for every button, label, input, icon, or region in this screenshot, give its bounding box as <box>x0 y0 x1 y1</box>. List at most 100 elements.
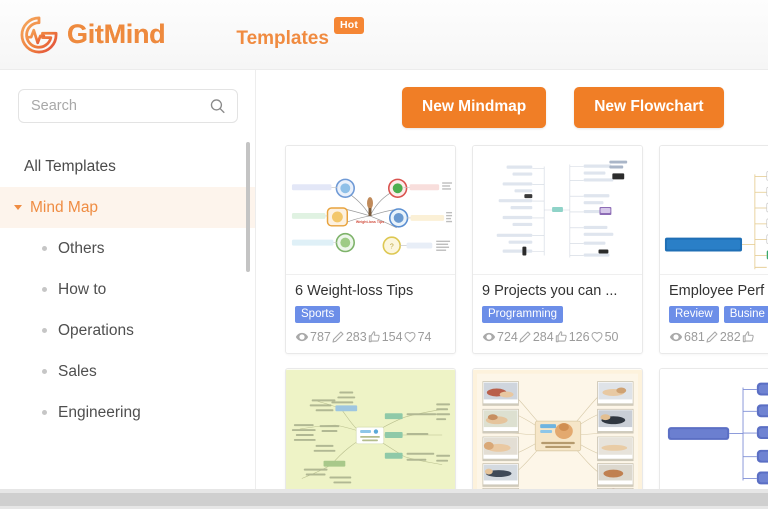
template-grid-row-1: Weight-loss Tips ? 6 Weight-loss Tips Sp… <box>257 128 768 354</box>
app-root: GitMind Templates Hot All Templates M <box>0 0 768 509</box>
card-tags: Review Busine <box>669 305 768 323</box>
stat-edits: 282 <box>705 330 741 344</box>
tag[interactable]: Busine <box>723 305 768 323</box>
stat-favorites: 50 <box>590 329 619 344</box>
action-toolbar: New Mindmap New Flowchart <box>257 70 768 128</box>
bullet-icon <box>42 369 47 374</box>
stat-value: 74 <box>417 329 432 344</box>
nav-templates[interactable]: Templates <box>236 29 329 48</box>
card-title: 6 Weight-loss Tips <box>295 283 414 299</box>
hot-badge: Hot <box>333 17 365 34</box>
card-title: 9 Projects you can ... <box>482 283 618 299</box>
pencil-icon <box>706 331 718 343</box>
brand-name: GitMind <box>67 19 166 49</box>
template-thumbnail <box>286 368 455 489</box>
stat-likes: 126 <box>554 330 590 344</box>
search-box[interactable] <box>18 89 238 123</box>
brand-logo[interactable]: GitMind <box>18 14 166 56</box>
sidebar-item-label: Engineering <box>58 403 141 421</box>
svg-text:Weight-loss Tips: Weight-loss Tips <box>356 220 384 224</box>
sidebar-item-label: Operations <box>58 321 134 339</box>
card-body: Employee Perf Review Busine 681 282 <box>660 274 768 353</box>
stat-value: 681 <box>684 329 705 344</box>
sidebar-item-all-templates[interactable]: All Templates <box>0 146 255 187</box>
sidebar-scrollbar-thumb[interactable] <box>246 142 250 272</box>
header-nav: Templates Hot <box>236 17 365 48</box>
sidebar-item-engineering[interactable]: Engineering <box>0 392 255 433</box>
template-card[interactable] <box>285 367 456 489</box>
search-icon[interactable] <box>209 98 226 115</box>
stat-value: 154 <box>381 329 403 344</box>
stat-views: 681 <box>669 330 705 344</box>
horizontal-scrollbar[interactable] <box>0 489 768 509</box>
template-thumbnail <box>660 146 768 274</box>
main-content: New Mindmap New Flowchart Weight-loss Ti… <box>257 70 768 489</box>
card-tags: Programming <box>482 305 633 323</box>
pencil-icon <box>519 331 531 343</box>
bullet-icon <box>42 246 47 251</box>
sidebar-item-label: How to <box>58 280 107 298</box>
app-header: GitMind Templates Hot <box>0 0 768 70</box>
template-thumbnail <box>473 368 642 489</box>
card-body: 9 Projects you can ... Programming 724 2… <box>473 274 642 353</box>
horizontal-scrollbar-thumb[interactable] <box>0 493 768 506</box>
stat-value: 126 <box>568 329 590 344</box>
template-card[interactable] <box>472 367 643 489</box>
eye-icon <box>295 332 309 341</box>
card-stats: 681 282 <box>669 330 768 344</box>
caret-down-icon[interactable] <box>14 205 22 210</box>
bullet-icon <box>42 287 47 292</box>
bullet-icon <box>42 328 47 333</box>
sidebar-item-sales[interactable]: Sales <box>0 351 255 392</box>
template-card[interactable]: 9 Projects you can ... Programming 724 2… <box>472 145 643 354</box>
stat-edits: 284 <box>518 330 554 344</box>
stat-value: 284 <box>532 329 554 344</box>
thumbs-up-icon <box>368 330 380 342</box>
card-body: 6 Weight-loss Tips Sports 787 283 154 74 <box>286 274 455 353</box>
stat-value: 283 <box>345 329 367 344</box>
sidebar-item-label: Mind Map <box>30 198 99 216</box>
template-card[interactable] <box>659 367 768 489</box>
sidebar-item-label: Sales <box>58 362 97 380</box>
stat-views: 724 <box>482 330 518 344</box>
stat-value: 787 <box>310 329 331 344</box>
heart-icon <box>404 331 416 342</box>
sidebar-item-how-to[interactable]: How to <box>0 269 255 310</box>
svg-text:?: ? <box>390 244 394 251</box>
card-stats: 724 284 126 50 <box>482 330 633 344</box>
stat-views: 787 <box>295 330 331 344</box>
card-tags: Sports <box>295 305 446 323</box>
stat-value: 282 <box>719 329 741 344</box>
template-thumbnail <box>660 368 768 489</box>
eye-icon <box>482 332 496 341</box>
search-container <box>0 70 255 123</box>
sidebar-item-label: All Templates <box>24 157 116 175</box>
stat-favorites: 74 <box>403 329 432 344</box>
thumbs-up-icon <box>742 330 754 342</box>
sidebar-item-label: Others <box>58 239 105 257</box>
sidebar-menu: All Templates Mind Map Others How to Ope… <box>0 146 255 433</box>
thumbs-up-icon <box>555 330 567 342</box>
sidebar-item-operations[interactable]: Operations <box>0 310 255 351</box>
tag[interactable]: Sports <box>295 305 341 323</box>
stat-value: 50 <box>604 329 619 344</box>
eye-icon <box>669 332 683 341</box>
tag[interactable]: Review <box>669 305 719 323</box>
card-stats: 787 283 154 74 <box>295 330 446 344</box>
new-flowchart-button[interactable]: New Flowchart <box>574 87 724 128</box>
template-thumbnail <box>473 146 642 274</box>
stat-likes: 154 <box>367 330 403 344</box>
bullet-icon <box>42 410 47 415</box>
template-card[interactable]: Weight-loss Tips ? 6 Weight-loss Tips Sp… <box>285 145 456 354</box>
sidebar-item-mind-map[interactable]: Mind Map <box>0 187 255 228</box>
pencil-icon <box>332 331 344 343</box>
template-thumbnail: Weight-loss Tips ? <box>286 146 455 274</box>
template-card[interactable]: Employee Perf Review Busine 681 282 <box>659 145 768 354</box>
search-input[interactable] <box>19 90 237 122</box>
sidebar-item-others[interactable]: Others <box>0 228 255 269</box>
card-title: Employee Perf <box>669 283 765 299</box>
tag[interactable]: Programming <box>482 305 564 323</box>
template-grid-row-2 <box>257 354 768 489</box>
new-mindmap-button[interactable]: New Mindmap <box>402 87 547 128</box>
stat-likes <box>741 330 756 344</box>
